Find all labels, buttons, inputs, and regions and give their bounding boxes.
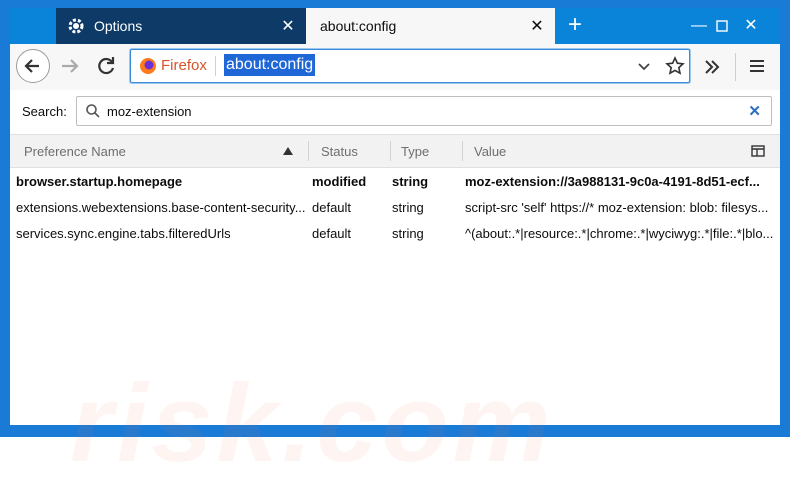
table-header: Preference Name Status Type Value <box>10 134 780 168</box>
title-bar: Options ✕ about:config ✕ + — ✕ <box>10 8 780 44</box>
close-tab-icon[interactable]: ✕ <box>270 16 306 36</box>
column-header-name[interactable]: Preference Name <box>24 144 126 159</box>
pref-status: modified <box>312 174 367 189</box>
hamburger-menu-icon[interactable] <box>747 56 767 76</box>
firefox-logo-icon <box>140 58 156 74</box>
forward-arrow-icon[interactable] <box>56 52 84 80</box>
column-picker-icon[interactable] <box>751 144 765 158</box>
close-tab-icon[interactable]: ✕ <box>519 16 555 36</box>
pref-value: script-src 'self' https://* moz-extensio… <box>465 200 769 215</box>
column-separator[interactable] <box>390 141 391 161</box>
tab-about-config[interactable]: about:config ✕ <box>306 8 555 44</box>
tab-label: Options <box>94 18 143 34</box>
watermark: risk.com <box>70 362 555 485</box>
identity-label: Firefox <box>161 57 207 74</box>
gear-icon <box>68 18 84 34</box>
pref-value: moz-extension://3a988131-9c0a-4191-8d51-… <box>465 174 760 189</box>
clear-search-icon[interactable]: ✕ <box>748 102 761 120</box>
search-value: moz-extension <box>107 104 192 119</box>
pref-name: browser.startup.homepage <box>16 174 183 189</box>
back-button[interactable] <box>16 49 50 83</box>
about-config-page: Search: moz-extension ✕ Preference Name … <box>10 90 780 485</box>
pref-type: string <box>392 226 424 241</box>
column-header-status[interactable]: Status <box>321 144 358 159</box>
close-window-icon[interactable]: ✕ <box>728 8 774 44</box>
pref-value: ^(about:.*|resource:.*|chrome:.*|wyciwyg… <box>465 226 774 241</box>
tab-options[interactable]: Options ✕ <box>56 8 306 44</box>
pref-name: services.sync.engine.tabs.filteredUrls <box>16 226 231 241</box>
url-text[interactable]: about:config <box>224 54 316 76</box>
column-header-value[interactable]: Value <box>474 144 506 159</box>
reload-icon[interactable] <box>92 52 120 80</box>
back-arrow-icon <box>24 59 39 73</box>
table-row[interactable]: extensions.webextensions.base-content-se… <box>10 195 780 221</box>
overflow-chevron-icon[interactable] <box>702 57 722 77</box>
search-label: Search: <box>22 104 67 119</box>
bookmark-star-icon[interactable] <box>665 56 685 76</box>
pref-type: string <box>392 200 424 215</box>
search-input[interactable]: moz-extension ✕ <box>76 96 772 126</box>
search-icon <box>86 104 100 118</box>
url-bar[interactable]: Firefox about:config <box>130 49 690 83</box>
table-row[interactable]: services.sync.engine.tabs.filteredUrls d… <box>10 221 780 247</box>
url-separator <box>215 56 216 76</box>
toolbar-separator <box>735 53 736 81</box>
sort-ascending-icon <box>283 147 293 155</box>
column-separator[interactable] <box>462 141 463 161</box>
navigation-toolbar: Firefox about:config <box>10 44 780 91</box>
table-row[interactable]: browser.startup.homepage modified string… <box>10 169 780 195</box>
chevron-down-icon[interactable] <box>637 59 651 73</box>
new-tab-icon[interactable]: + <box>560 8 590 44</box>
tab-label: about:config <box>320 18 397 34</box>
pref-name: extensions.webextensions.base-content-se… <box>16 200 306 215</box>
pref-status: default <box>312 226 352 241</box>
column-header-type[interactable]: Type <box>401 144 429 159</box>
column-separator[interactable] <box>308 141 309 161</box>
pref-status: default <box>312 200 352 215</box>
pref-type: string <box>392 174 429 189</box>
